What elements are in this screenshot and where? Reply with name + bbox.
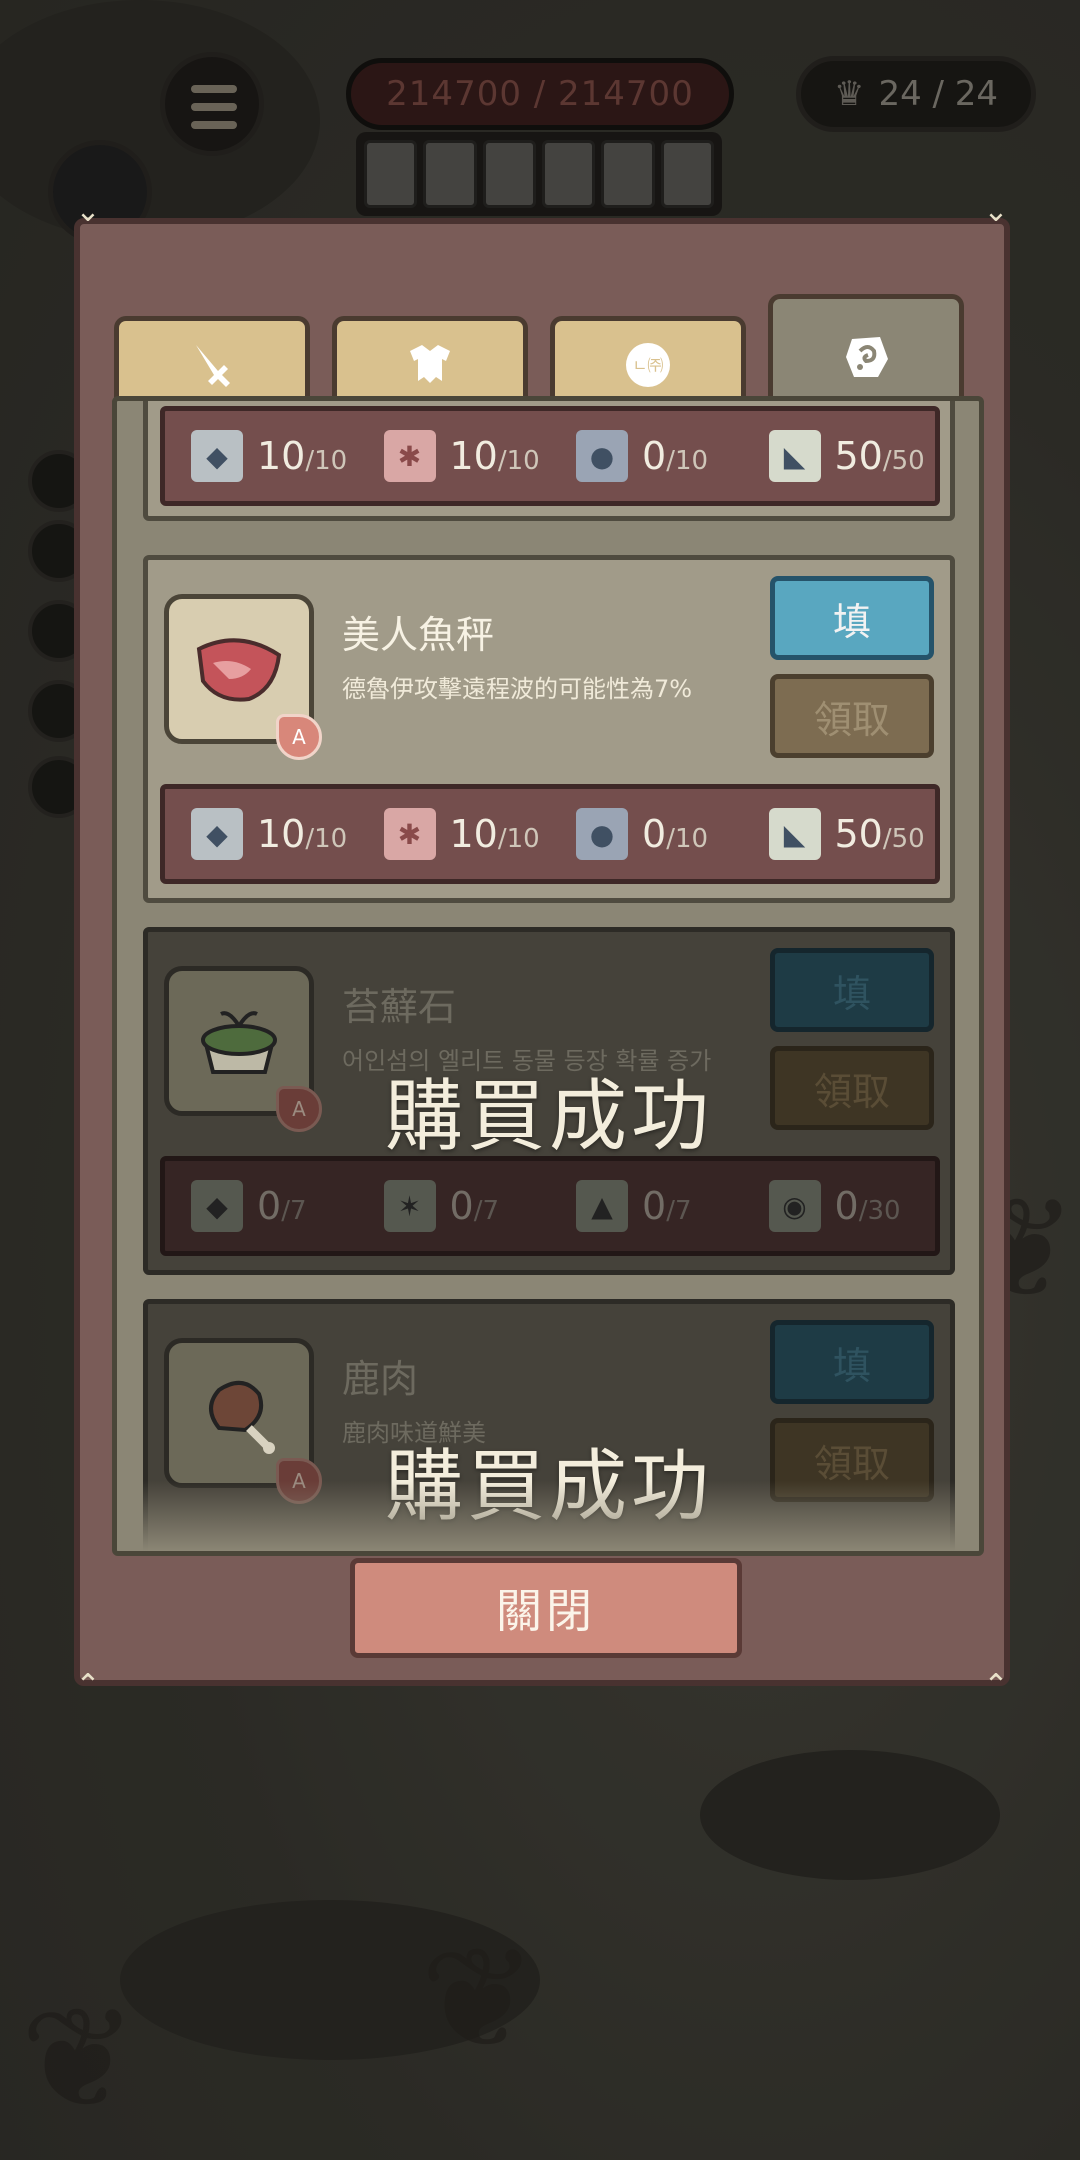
material-slot: ▲ 0/7 — [550, 1161, 743, 1251]
penguin-icon: ▲ — [576, 1180, 628, 1232]
material-need: /7 — [281, 1196, 307, 1226]
mask-icon: ㄴ㈜ — [626, 342, 670, 387]
squid-icon: ✱ — [383, 430, 436, 482]
material-slot: ◣ 50/50 — [743, 411, 936, 501]
fish-icon: ● — [576, 430, 628, 482]
material-have: 0 — [642, 434, 667, 478]
material-slot: ◆ 0/7 — [165, 1161, 358, 1251]
material-need: /10 — [305, 446, 348, 476]
tab-accessory[interactable]: ㄴ㈜ — [550, 316, 746, 408]
material-need: /30 — [858, 1196, 901, 1226]
item-list-panel[interactable]: ◆ 10/10 ✱ 10/10 ● 0/10 ◣ 50/50 A 美人魚秤 德魯… — [112, 396, 984, 1556]
svg-text:ㄴ㈜: ㄴ㈜ — [633, 356, 664, 375]
material-slot: ◆ 10/10 — [165, 411, 358, 501]
shark-icon: ◆ — [191, 808, 243, 860]
item-card: ◆ 10/10 ✱ 10/10 ● 0/10 ◣ 50/50 — [143, 401, 955, 521]
claim-button[interactable]: 領取 — [770, 674, 934, 758]
material-slot: ● 0/10 — [550, 789, 743, 879]
fill-button[interactable]: 填 — [770, 1320, 934, 1404]
item-name: 美人魚秤 — [342, 613, 495, 657]
material-slot: ◉ 0/30 — [743, 1161, 936, 1251]
material-slot: ◣ 50/50 — [743, 789, 936, 879]
material-have: 0 — [642, 1184, 667, 1228]
corner-ornament-icon: ⌄ — [75, 194, 101, 229]
fill-button[interactable]: 填 — [770, 576, 934, 660]
tab-armor[interactable] — [332, 316, 528, 408]
material-need: /10 — [497, 824, 540, 854]
purchase-success-toast: 購買成功 — [384, 1072, 713, 1162]
material-slot: ✱ 10/10 — [358, 789, 551, 879]
armor-icon — [410, 344, 450, 383]
material-slot: ✶ 0/7 — [358, 1161, 551, 1251]
scroll-fade — [117, 1481, 979, 1551]
material-need: /7 — [666, 1196, 692, 1226]
fish-icon: ● — [576, 808, 628, 860]
material-have: 10 — [257, 812, 306, 856]
corner-ornament-icon: ⌃ — [75, 1668, 101, 1703]
tab-weapon[interactable] — [114, 316, 310, 408]
material-row: ◆ 10/10 ✱ 10/10 ● 0/10 ◣ 50/50 — [160, 406, 940, 506]
turtle-icon: ◉ — [768, 1180, 821, 1232]
close-button[interactable]: 關閉 — [350, 1558, 742, 1658]
corner-ornament-icon: ⌄ — [983, 194, 1009, 229]
material-need: /10 — [666, 446, 709, 476]
material-need: /10 — [666, 824, 709, 854]
item-name: 鹿肉 — [342, 1357, 419, 1401]
item-card: A 美人魚秤 德魯伊攻擊遠程波的可能性為7% 填 領取 ◆ 10/10 ✱ 10… — [143, 555, 955, 903]
material-need: /7 — [473, 1196, 499, 1226]
material-have: 50 — [834, 812, 883, 856]
material-need: /50 — [882, 824, 925, 854]
shark-icon: ◆ — [191, 1180, 243, 1232]
material-have: 0 — [449, 1184, 474, 1228]
narwhal-icon: ◣ — [768, 808, 821, 860]
material-row: ◆ 0/7 ✶ 0/7 ▲ 0/7 ◉ 0/30 — [160, 1156, 940, 1256]
material-row: ◆ 10/10 ✱ 10/10 ● 0/10 ◣ 50/50 — [160, 784, 940, 884]
material-have: 0 — [257, 1184, 282, 1228]
item-card: A 苔蘚石 어인섬의 엘리트 동물 등장 확률 증가 填 領取 ◆ 0/7 ✶ … — [143, 927, 955, 1275]
narwhal-icon: ◣ — [768, 430, 821, 482]
material-slot: ◆ 10/10 — [165, 789, 358, 879]
mermaid-scale-icon — [196, 638, 282, 702]
squid-icon: ✱ — [383, 808, 436, 860]
material-have: 0 — [642, 812, 667, 856]
shark-icon: ◆ — [191, 430, 243, 482]
corner-ornament-icon: ⌃ — [983, 1668, 1009, 1703]
sword-icon — [196, 344, 230, 387]
crab-icon: ✶ — [383, 1180, 436, 1232]
material-need: /50 — [882, 446, 925, 476]
material-have: 10 — [449, 434, 498, 478]
material-have: 50 — [834, 434, 883, 478]
stone-icon — [846, 336, 888, 377]
material-need: /10 — [497, 446, 540, 476]
grade-badge: A — [276, 714, 322, 760]
item-name: 苔蘚石 — [342, 985, 457, 1029]
fill-button[interactable]: 填 — [770, 948, 934, 1032]
item-description: 德魯伊攻擊遠程波的可能性為7% — [342, 675, 693, 703]
material-slot: ● 0/10 — [550, 411, 743, 501]
material-need: /10 — [305, 824, 348, 854]
material-slot: ✱ 10/10 — [358, 411, 551, 501]
material-have: 0 — [834, 1184, 859, 1228]
material-have: 10 — [449, 812, 498, 856]
crafting-dialog: ⌄ ⌄ ⌃ ⌃ ㄴ㈜ ◆ 10/10 ✱ 10/10 ● 0/10 ◣ 50/5… — [74, 197, 1010, 1701]
material-have: 10 — [257, 434, 306, 478]
